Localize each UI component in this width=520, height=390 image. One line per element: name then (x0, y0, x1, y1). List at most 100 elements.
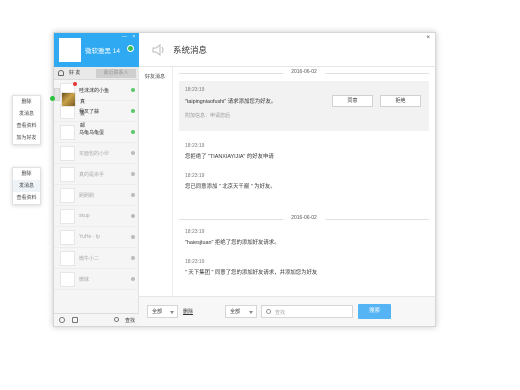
contact-name: 哇沫沫的小鱼 (79, 88, 110, 94)
message-text: 您拒绝了 "TIANXIAYIJIA" 的好友申请 (185, 154, 274, 160)
contact-avatar (60, 272, 75, 287)
unread-badge (73, 82, 77, 86)
contact-name: 乌龟乌龟蛋 (79, 130, 105, 136)
search-button[interactable]: 搜索 (358, 304, 391, 319)
contact-avatar (60, 230, 75, 245)
menu-item-view-profile[interactable]: 查看资料 (13, 192, 40, 204)
date-separator: 2016-06-02 (173, 214, 435, 224)
contact-sidebar: 微软雅黑 14 — × 好 友 最近联系人 哇沫沫的小鱼 我叉了蒜 真爱邮 乌龟乌龟蛋… (50, 33, 139, 326)
chevron-down-icon (170, 311, 174, 314)
message-time: 18:23:19 (185, 173, 205, 179)
contact-list: 哇沫沫的小鱼 我叉了蒜 真爱邮 乌龟乌龟蛋 买面包的小伙 真的是杀手 刷刷刷 skup YuHe… (50, 80, 139, 290)
message-feed: 2016-06-02 18:23:19 "taipingniaofushi" 请… (173, 67, 435, 296)
search-placeholder: 查找 (275, 310, 286, 316)
message-text: "haiesjtuan" 拒绝了您的添加好友请求。 (185, 240, 280, 246)
status-dot-icon (131, 235, 135, 239)
message-category-nav: 好友消息 (139, 67, 173, 296)
menu-item-view-profile[interactable]: 查看资料 (13, 120, 40, 132)
agree-button[interactable]: 同意 (332, 95, 373, 107)
menu-item-send-message[interactable]: 发消息 (13, 108, 40, 120)
contact-name: skup (79, 213, 90, 219)
close-icon[interactable]: × (426, 35, 430, 41)
message-time: 18:23:19 (185, 143, 205, 149)
contact-avatar (60, 251, 75, 266)
status-dot-icon (131, 130, 135, 134)
contact-row[interactable]: YuHe · Ip (54, 227, 139, 248)
chevron-down-icon (249, 311, 253, 314)
find-link[interactable]: 查找 (125, 317, 135, 324)
message-time: 18:23:19 (185, 87, 205, 93)
status-dot-icon (131, 151, 135, 155)
nav-friend-messages[interactable]: 好友消息 (145, 73, 165, 80)
scope-filter-select[interactable]: 全部 (225, 305, 257, 318)
contact-row[interactable]: 真的是杀手 (54, 164, 139, 185)
status-dot-icon (50, 96, 55, 101)
contact-row[interactable]: 乌龟乌龟蛋 (54, 122, 139, 143)
contact-row[interactable]: 微妹 (54, 269, 139, 290)
message-time: 18:23:19 (185, 229, 205, 235)
system-message: 18:23:19 " 天下集团 " 同意了您的添加好友请求，并添加您为好友 (185, 259, 317, 276)
status-dot-icon (131, 214, 135, 218)
speaker-icon[interactable] (72, 317, 78, 323)
status-dot-icon (131, 88, 135, 92)
message-panel: 系统消息 × 好友消息 2016-06-02 18:23:19 "taiping… (139, 33, 435, 326)
profile-header: 微软雅黑 14 — × (54, 33, 139, 67)
panel-header: 系统消息 × (139, 33, 435, 67)
reject-button[interactable]: 拒绝 (380, 95, 421, 107)
contact-row[interactable]: 微牛小二 (54, 248, 139, 269)
contact-name: 买面包的小伙 (79, 151, 110, 157)
friend-request-card: 18:23:19 "taipingniaofushi" 请求添加您为好友。 附加… (179, 81, 429, 131)
window-controls[interactable]: — × (122, 34, 137, 40)
contact-name: 刷刷刷 (79, 193, 95, 199)
contact-avatar (60, 146, 75, 161)
person-icon (58, 69, 64, 76)
status-dot-icon (131, 277, 135, 281)
contact-row[interactable]: 买面包的小伙 (54, 143, 139, 164)
date-label: 2016-06-02 (283, 215, 325, 221)
context-menu-friend: 删除 发消息 查看资料 加为好友 (12, 95, 41, 145)
contact-avatar (60, 209, 75, 224)
online-status-icon[interactable] (127, 45, 134, 52)
page-title: 系统消息 (173, 45, 208, 55)
speaker-icon (152, 44, 164, 56)
type-filter-select[interactable]: 全部 (147, 305, 178, 318)
menu-item-delete[interactable]: 删除 (13, 168, 40, 180)
type-filter-value: 全部 (152, 309, 163, 315)
message-time: 18:23:19 (185, 259, 205, 265)
contact-name: 微牛小二 (79, 256, 100, 262)
delete-link[interactable]: 删除 (183, 308, 193, 315)
status-dot-icon (131, 172, 135, 176)
contact-avatar (60, 188, 75, 203)
status-dot-icon (131, 109, 135, 113)
date-separator: 2016-06-02 (173, 68, 435, 78)
tab-friends[interactable]: 好 友 (58, 67, 94, 80)
contact-avatar (61, 92, 76, 107)
context-menu-contact: 删除 发消息 查看资料 (12, 167, 41, 205)
message-text: "taipingniaofushi" 请求添加您为好友。 (185, 99, 277, 105)
system-message: 18:23:19 "haiesjtuan" 拒绝了您的添加好友请求。 (185, 229, 280, 246)
contact-row[interactable]: skup (54, 206, 139, 227)
contact-avatar (60, 167, 75, 182)
settings-icon[interactable] (59, 317, 65, 323)
message-text: 您已同意添加 " 北京天千巅 " 为好友。 (185, 184, 276, 190)
menu-item-send-message[interactable]: 发消息 (13, 180, 40, 192)
sidebar-footer: 查找 (54, 313, 139, 326)
contact-name: 真的是杀手 (79, 172, 105, 178)
menu-item-delete[interactable]: 删除 (13, 96, 40, 108)
request-extra-info: 附加信息：申请您后 (185, 113, 231, 119)
menu-item-add-friend[interactable]: 加为好友 (13, 132, 40, 144)
system-message: 18:23:19 您拒绝了 "TIANXIAYIJIA" 的好友申请 (185, 143, 274, 160)
status-dot-icon (131, 193, 135, 197)
im-window: 微软雅黑 14 — × 好 友 最近联系人 哇沫沫的小鱼 我叉了蒜 真爱邮 乌龟乌龟蛋… (50, 32, 436, 327)
contact-tabs: 好 友 最近联系人 (54, 67, 139, 80)
avatar[interactable] (59, 38, 81, 62)
tab-friends-label: 好 友 (69, 70, 81, 76)
tab-recent[interactable]: 最近联系人 (96, 69, 136, 78)
contact-row[interactable]: 刷刷刷 (54, 185, 139, 206)
status-dot-icon (131, 256, 135, 260)
contact-avatar (60, 125, 75, 140)
search-icon[interactable] (114, 317, 119, 322)
search-input[interactable]: 查找 (261, 305, 353, 318)
contact-row[interactable]: 真爱邮 (50, 88, 85, 129)
search-icon (266, 309, 271, 314)
